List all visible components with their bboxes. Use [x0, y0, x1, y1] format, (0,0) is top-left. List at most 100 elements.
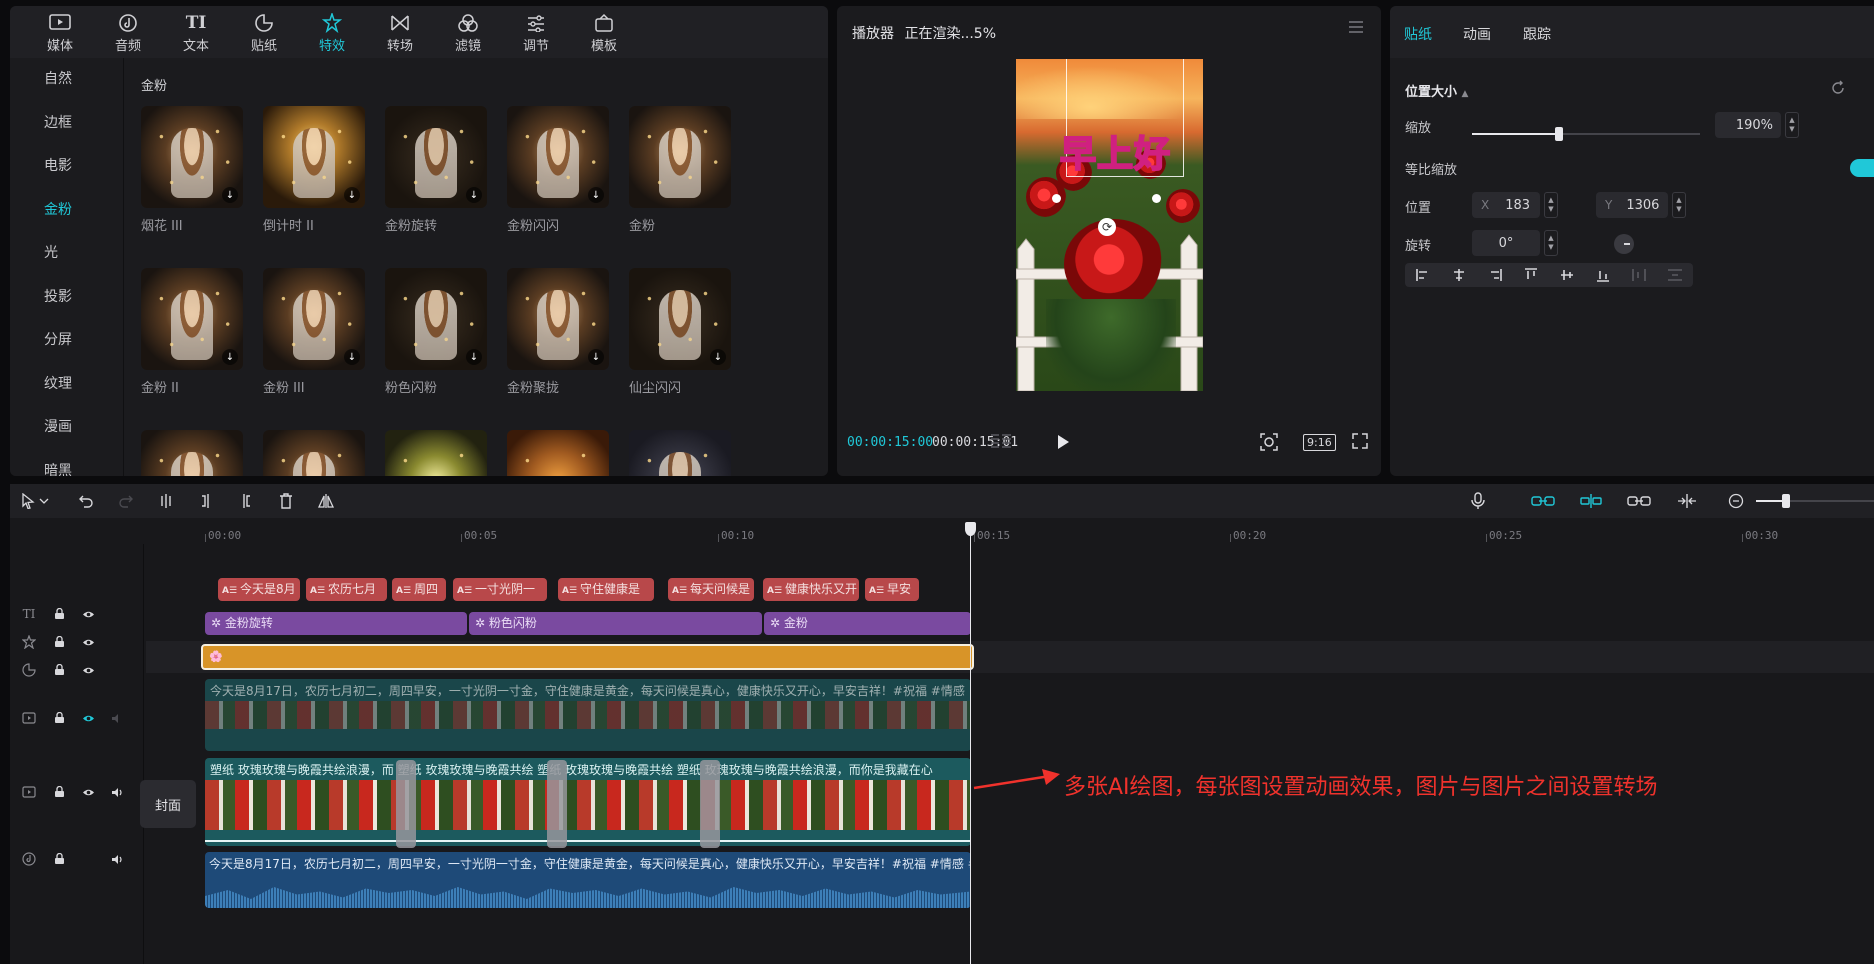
- tab-tracking[interactable]: 跟踪: [1523, 24, 1551, 44]
- text-clip[interactable]: A☰ 健康快乐又开: [763, 578, 859, 601]
- sticker-clip[interactable]: 🌸: [201, 644, 974, 670]
- eye-icon[interactable]: [81, 711, 95, 725]
- download-icon[interactable]: ↓: [466, 187, 482, 203]
- tab-template[interactable]: 模板: [570, 6, 638, 58]
- lock-icon[interactable]: [52, 635, 66, 649]
- zoom-slider[interactable]: [1756, 494, 1874, 508]
- distribute-v-icon[interactable]: [1657, 263, 1693, 287]
- effect-tile[interactable]: ↓ 烟花 III: [141, 106, 243, 234]
- effect-tile[interactable]: ↓: [507, 430, 609, 476]
- tab-sticker[interactable]: 贴纸: [230, 6, 298, 58]
- eye-icon[interactable]: [81, 785, 95, 799]
- category-item-active[interactable]: 金粉: [10, 189, 123, 233]
- download-icon[interactable]: ↓: [344, 349, 360, 365]
- tab-animation[interactable]: 动画: [1463, 24, 1491, 44]
- text-clip[interactable]: A☰ 每天问候是: [668, 578, 754, 601]
- align-right-icon[interactable]: [1477, 263, 1513, 287]
- text-clip[interactable]: A☰ 早安: [865, 578, 919, 601]
- effect-tile[interactable]: ↓: [385, 430, 487, 476]
- effect-clip[interactable]: ✲ 粉色闪粉: [469, 612, 762, 635]
- zoom-out-icon[interactable]: [1726, 491, 1746, 511]
- position-x-input[interactable]: X 183: [1472, 192, 1540, 218]
- fullscreen-icon[interactable]: [1351, 432, 1369, 454]
- category-item[interactable]: 电影: [10, 145, 123, 189]
- playhead-handle[interactable]: [965, 522, 976, 536]
- transition-marker[interactable]: [700, 760, 720, 848]
- category-item[interactable]: 漫画: [10, 406, 123, 450]
- aspect-ratio-button[interactable]: 9:16: [1303, 434, 1336, 451]
- time-ruler[interactable]: 00:00 00:05 00:10 00:15 00:20 00:25 00:3…: [10, 518, 1874, 544]
- timeline-view-icon[interactable]: [989, 432, 1013, 454]
- align-top-icon[interactable]: [1513, 263, 1549, 287]
- tab-filter[interactable]: 滤镜: [434, 6, 502, 58]
- tab-transition[interactable]: 转场: [366, 6, 434, 58]
- effect-tile[interactable]: ↓ 金粉闪闪: [507, 106, 609, 234]
- rotation-stepper[interactable]: ▲ ▼: [1544, 230, 1558, 256]
- playhead[interactable]: [970, 522, 971, 964]
- tab-text[interactable]: TI 文本: [162, 6, 230, 58]
- tab-audio[interactable]: 音频: [94, 6, 162, 58]
- text-clip[interactable]: A☰ 一寸光阴一: [453, 578, 547, 601]
- rotation-dial-icon[interactable]: [1614, 234, 1634, 254]
- fit-screen-icon[interactable]: [1259, 432, 1279, 456]
- effect-clip[interactable]: ✲ 金粉旋转: [205, 612, 467, 635]
- link-clips-icon[interactable]: [1530, 491, 1556, 511]
- text-clip[interactable]: A☰ 守住健康是: [558, 578, 654, 601]
- main-video-clip[interactable]: 塑纸 玫瑰玫瑰与晚霞共绘浪漫，而 塑纸 玫瑰玫瑰与晚霞共绘 塑纸 玫瑰玫瑰与晚霞…: [205, 758, 971, 846]
- rotate-handle-icon[interactable]: ⟳: [1098, 218, 1116, 236]
- play-button[interactable]: [1055, 434, 1071, 454]
- tab-media[interactable]: 媒体: [26, 6, 94, 58]
- lock-icon[interactable]: [52, 711, 66, 725]
- effect-tile[interactable]: ↓: [263, 430, 365, 476]
- chevron-down-icon[interactable]: [38, 491, 50, 511]
- tab-adjust[interactable]: 调节: [502, 6, 570, 58]
- position-y-stepper[interactable]: ▲ ▼: [1672, 192, 1686, 218]
- lock-icon[interactable]: [52, 607, 66, 621]
- undo-icon[interactable]: [76, 491, 96, 511]
- effect-tile[interactable]: ↓: [141, 430, 243, 476]
- resize-handle[interactable]: [1052, 194, 1061, 203]
- download-icon[interactable]: ↓: [222, 187, 238, 203]
- effect-tile[interactable]: ↓ 仙尘闪闪: [629, 268, 731, 396]
- effect-tile[interactable]: ↓ 金粉 II: [141, 268, 243, 396]
- sticker-text[interactable]: 早上好: [1059, 125, 1171, 177]
- effect-clip[interactable]: ✲ 金粉: [764, 612, 971, 635]
- uniform-scale-toggle[interactable]: [1850, 159, 1874, 177]
- transition-marker[interactable]: [396, 760, 416, 848]
- effect-tile[interactable]: 金粉: [629, 106, 731, 234]
- scale-input[interactable]: 190%: [1715, 112, 1781, 138]
- redo-icon[interactable]: [116, 491, 136, 511]
- effect-tile[interactable]: ↓ 金粉旋转: [385, 106, 487, 234]
- split-left-icon[interactable]: [196, 491, 216, 511]
- align-bottom-icon[interactable]: [1585, 263, 1621, 287]
- preview-axis-icon[interactable]: [1674, 491, 1700, 511]
- zoom-slider-thumb[interactable]: [1782, 494, 1790, 508]
- position-y-input[interactable]: Y 1306: [1596, 192, 1668, 218]
- text-clip[interactable]: A☰ 今天是8月: [218, 578, 300, 601]
- text-clip[interactable]: A☰ 周四: [392, 578, 446, 601]
- download-icon[interactable]: ↓: [466, 349, 482, 365]
- category-item[interactable]: 纹理: [10, 363, 123, 407]
- align-left-icon[interactable]: [1405, 263, 1441, 287]
- align-center-v-icon[interactable]: [1549, 263, 1585, 287]
- download-icon[interactable]: ↓: [222, 349, 238, 365]
- effect-tile[interactable]: ↓: [629, 430, 731, 476]
- speaker-icon[interactable]: [110, 852, 124, 866]
- text-clip[interactable]: A☰ 农历七月: [306, 578, 387, 601]
- scale-slider-thumb[interactable]: [1554, 127, 1563, 141]
- distribute-h-icon[interactable]: [1621, 263, 1657, 287]
- download-icon[interactable]: ↓: [588, 349, 604, 365]
- position-x-stepper[interactable]: ▲ ▼: [1544, 192, 1558, 218]
- select-tool-icon[interactable]: [18, 491, 38, 511]
- download-icon[interactable]: ↓: [710, 349, 726, 365]
- align-center-h-icon[interactable]: [1441, 263, 1477, 287]
- microphone-icon[interactable]: [1468, 491, 1488, 511]
- effect-tile[interactable]: ↓ 金粉 III: [263, 268, 365, 396]
- resize-handle[interactable]: [1152, 194, 1161, 203]
- speaker-icon[interactable]: [110, 785, 124, 799]
- tab-sticker-props[interactable]: 贴纸: [1404, 24, 1432, 44]
- category-item[interactable]: 自然: [10, 58, 123, 102]
- mute-icon[interactable]: [110, 711, 124, 725]
- transition-marker[interactable]: [547, 760, 567, 848]
- lock-icon[interactable]: [52, 852, 66, 866]
